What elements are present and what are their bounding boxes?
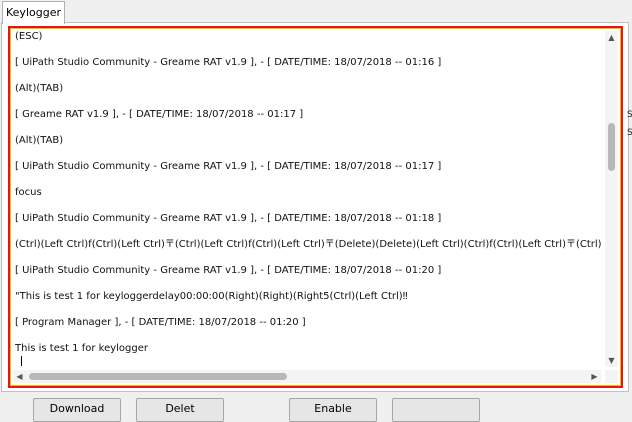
horizontal-scrollbar[interactable]: ◀ ▶ — [13, 370, 601, 383]
log-line: (Alt)(TAB) — [15, 83, 64, 94]
scroll-down-arrow-icon[interactable]: ▼ — [605, 354, 618, 367]
log-line: [ Greame RAT v1.9 ], - [ DATE/TIME: 18/0… — [15, 109, 304, 120]
vertical-scroll-thumb[interactable] — [608, 123, 615, 171]
scroll-left-arrow-icon[interactable]: ◀ — [13, 370, 26, 383]
log-line: [ UiPath Studio Community - Greame RAT v… — [15, 161, 442, 172]
log-line: [ Program Manager ], - [ DATE/TIME: 18/0… — [15, 317, 306, 328]
action-button[interactable] — [392, 398, 480, 422]
log-line: "This is test 1 for keyloggerdelay00:00:… — [15, 291, 408, 302]
horizontal-scroll-thumb[interactable] — [29, 373, 287, 380]
scrollbar-corner — [605, 370, 618, 383]
tab-keylogger[interactable]: Keylogger — [2, 1, 65, 24]
tab-strip: Keylogger — [0, 0, 632, 24]
delete-button[interactable]: Delet — [136, 398, 224, 422]
log-line: (Alt)(TAB) — [15, 135, 64, 146]
text-caret — [21, 356, 22, 366]
scroll-up-arrow-icon[interactable]: ▲ — [605, 31, 618, 44]
download-button[interactable]: Download — [33, 398, 121, 422]
keylog-text-area[interactable]: (ESC) [ UiPath Studio Community - Greame… — [15, 30, 601, 366]
log-line: focus — [15, 187, 42, 198]
clipped-side-label: S — [627, 110, 632, 120]
log-line: (ESC) — [15, 31, 43, 42]
vertical-scrollbar[interactable]: ▲ ▼ — [605, 31, 618, 367]
clipped-side-label: S — [627, 128, 632, 138]
scroll-right-arrow-icon[interactable]: ▶ — [588, 370, 601, 383]
log-line: (Ctrl)(Left Ctrl)f(Ctrl)(Left Ctrl)〒(Ctr… — [15, 239, 601, 250]
keylog-output-box[interactable]: (ESC) [ UiPath Studio Community - Greame… — [8, 26, 623, 388]
log-line: This is test 1 for keylogger — [15, 343, 148, 354]
log-line: [ UiPath Studio Community - Greame RAT v… — [15, 265, 442, 276]
log-line: [ UiPath Studio Community - Greame RAT v… — [15, 57, 442, 68]
enable-button[interactable]: Enable — [289, 398, 377, 422]
log-line: [ UiPath Studio Community - Greame RAT v… — [15, 213, 442, 224]
